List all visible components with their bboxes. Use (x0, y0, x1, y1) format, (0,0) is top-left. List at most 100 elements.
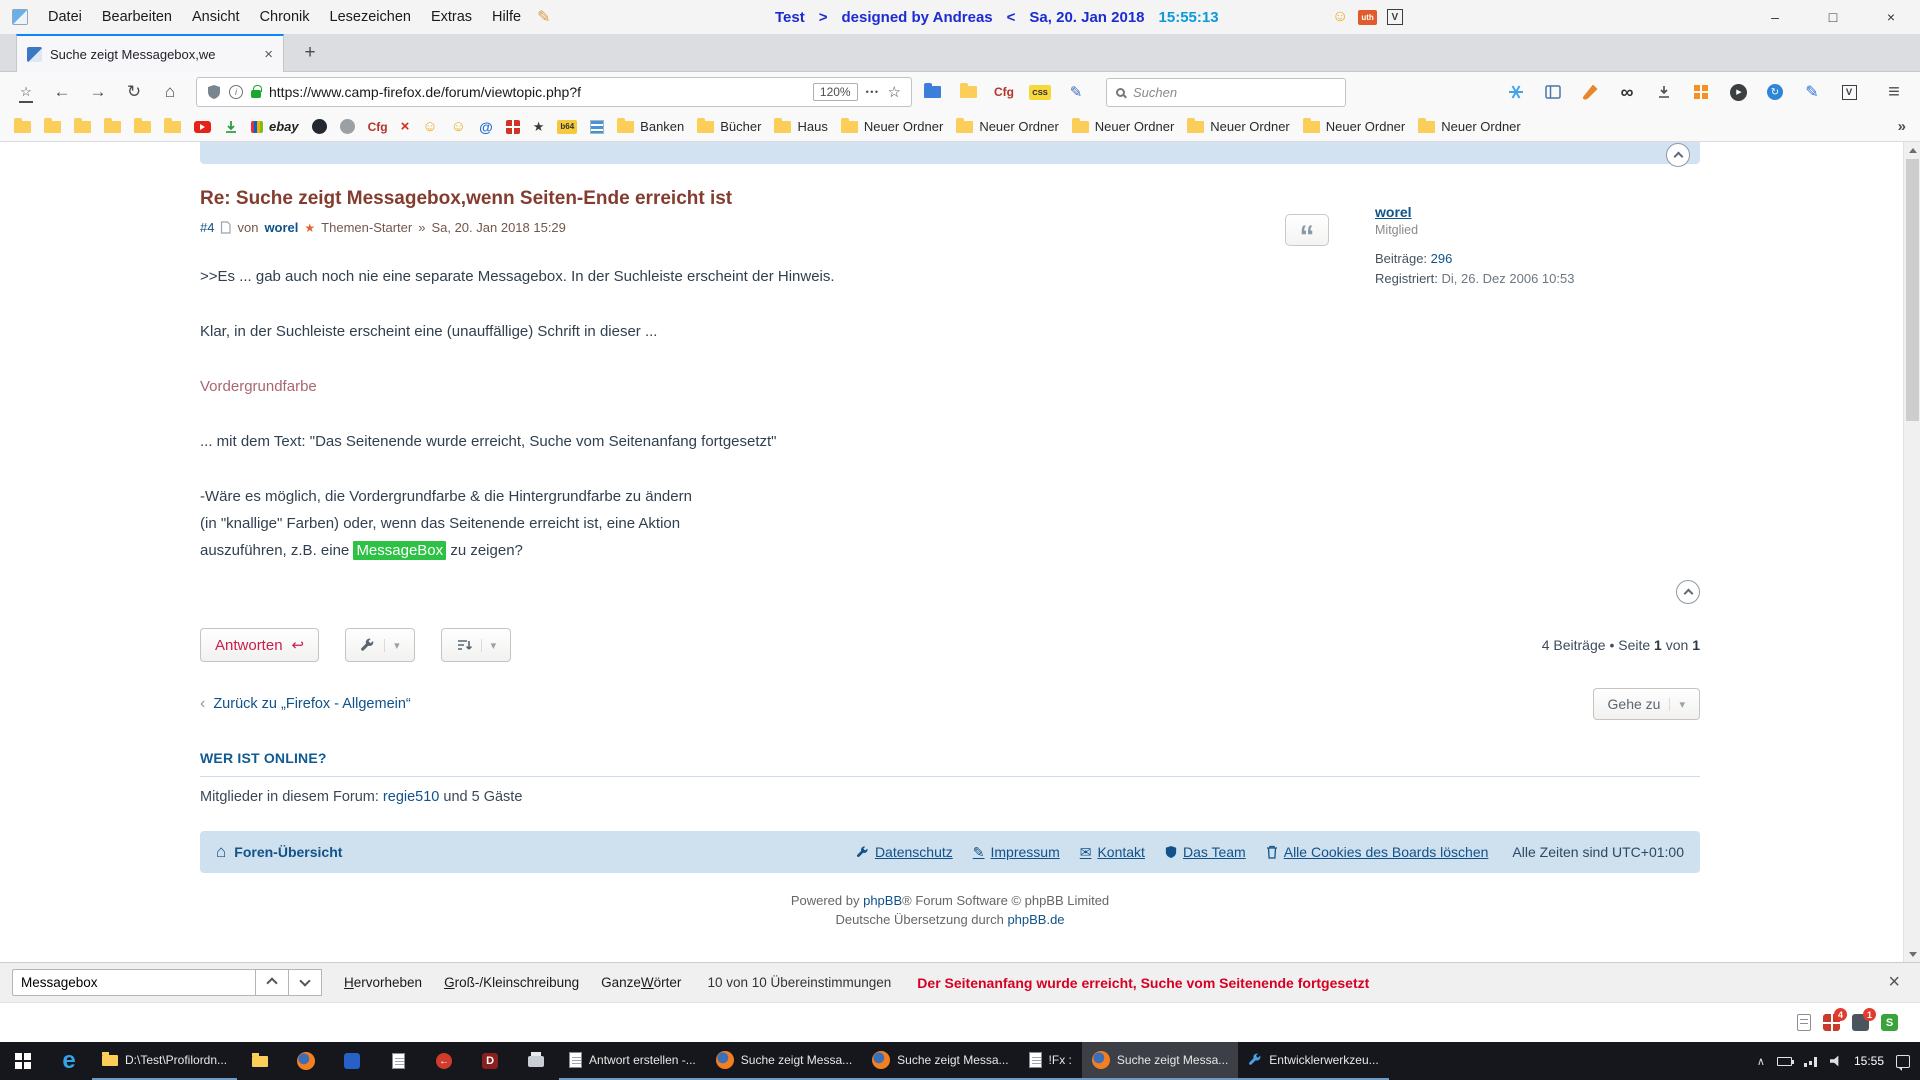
battery-icon[interactable] (1777, 1057, 1792, 1066)
online-member-link[interactable]: regie510 (383, 789, 439, 805)
menu-hilfe[interactable]: Hilfe (482, 9, 531, 25)
network-icon[interactable] (1804, 1056, 1818, 1067)
url-bar[interactable]: i https://www.camp-firefox.de/forum/view… (196, 77, 912, 107)
taskbar-suche-window-1[interactable]: Suche zeigt Messa... (706, 1042, 862, 1080)
addon-grid-button[interactable]: 4 (1823, 1014, 1840, 1031)
bookmark-circle[interactable] (340, 119, 355, 134)
whole-words-button[interactable]: Ganze Wörter (601, 975, 681, 990)
shield-icon[interactable] (207, 84, 221, 100)
bookmark-folder[interactable] (104, 121, 121, 133)
find-previous-button[interactable] (256, 969, 289, 996)
action-center-icon[interactable] (1896, 1055, 1910, 1068)
scroll-top-button[interactable] (1666, 143, 1690, 167)
phpbb-de-link[interactable]: phpBB.de (1007, 912, 1064, 927)
menu-icon[interactable]: ≡ (1878, 77, 1910, 107)
edge-icon[interactable]: e (46, 1042, 92, 1080)
find-next-button[interactable] (289, 969, 322, 996)
taskbar-fx-window[interactable]: !Fx : (1019, 1042, 1082, 1080)
bookmark-download[interactable] (224, 120, 238, 134)
menu-chronik[interactable]: Chronik (250, 9, 320, 25)
addon-dark-button[interactable]: 1 (1852, 1014, 1869, 1031)
bookmark-folder-banken[interactable]: Banken (617, 119, 684, 134)
search-bar[interactable] (1106, 78, 1346, 107)
reload-button[interactable]: ↻ (118, 77, 150, 107)
findbar-close-icon[interactable]: × (1888, 971, 1900, 994)
bookmark-striped[interactable] (590, 120, 604, 134)
open-folder-icon[interactable] (952, 77, 984, 107)
post-title[interactable]: Re: Suche zeigt Messagebox,wenn Seiten-E… (200, 188, 1330, 210)
bookmark-folder-neuer-ordner[interactable]: Neuer Ordner (1187, 119, 1289, 134)
bookmark-smiley-2[interactable]: ☺ (451, 118, 466, 135)
bookmarks-overflow-icon[interactable]: » (1898, 118, 1906, 135)
post-number-link[interactable]: #4 (200, 220, 214, 235)
bookmark-ebay[interactable]: ebay (251, 119, 299, 134)
clock[interactable]: 15:55 (1854, 1054, 1884, 1068)
menu-extras[interactable]: Extras (421, 9, 482, 25)
bookmark-folder[interactable] (14, 121, 31, 133)
taskbar-explorer-window[interactable]: D:\Test\Profilordn... (92, 1042, 237, 1080)
scrollbar-up-arrow[interactable] (1904, 142, 1920, 158)
forward-button[interactable]: → (82, 77, 114, 107)
search-input[interactable] (1133, 85, 1336, 100)
posts-count-link[interactable]: 296 (1431, 251, 1453, 266)
css-addon-icon[interactable]: CSS (1024, 77, 1056, 107)
taskbar-suche-window-active[interactable]: Suche zeigt Messa... (1082, 1042, 1238, 1080)
bookmark-cfg[interactable]: Cfg (368, 120, 388, 134)
brush-icon[interactable] (1574, 77, 1606, 107)
page-actions-icon[interactable]: ••• (866, 87, 880, 97)
quote-button[interactable]: “ (1285, 214, 1329, 246)
taskbar-downloader-icon[interactable]: ← (421, 1042, 467, 1080)
sidebar-icon[interactable] (1537, 77, 1569, 107)
bookmark-smiley-1[interactable]: ☺ (422, 118, 437, 135)
pencil-icon[interactable]: ✎ (1796, 77, 1828, 107)
zoom-level-indicator[interactable]: 120% (813, 83, 858, 101)
bookmark-at[interactable]: @ (479, 119, 493, 135)
sort-button[interactable]: ▾ (441, 628, 512, 662)
uth-badge-icon[interactable]: uth (1358, 10, 1376, 25)
new-tab-button[interactable]: + (296, 39, 324, 67)
post-author-link[interactable]: worel (264, 220, 298, 235)
taskbar-printer-icon[interactable] (513, 1042, 559, 1080)
close-window-button[interactable]: × (1862, 0, 1920, 34)
taskbar-d-app-icon[interactable]: D (467, 1042, 513, 1080)
infinity-icon[interactable]: ∞ (1611, 77, 1643, 107)
phpbb-link[interactable]: phpBB (863, 893, 902, 908)
tab-close-icon[interactable]: × (264, 46, 273, 63)
kontakt-link[interactable]: ✉ Kontakt (1080, 844, 1145, 861)
smiley-icon[interactable]: ☺ (1332, 8, 1348, 26)
menu-lesezeichen[interactable]: Lesezeichen (320, 9, 421, 25)
bookmark-b64[interactable]: b64 (557, 120, 577, 134)
home-button[interactable]: ⌂ (154, 77, 186, 107)
notes-icon[interactable] (1797, 1014, 1811, 1031)
find-input[interactable] (12, 969, 256, 996)
scrollbar-thumb[interactable] (1906, 159, 1919, 421)
taskbar-suche-window-2[interactable]: Suche zeigt Messa... (862, 1042, 1018, 1080)
back-button[interactable]: ← (46, 77, 78, 107)
tab-active[interactable]: Suche zeigt Messagebox,we × (16, 34, 284, 72)
info-icon[interactable]: i (229, 85, 243, 99)
bookmark-youtube[interactable] (194, 121, 211, 133)
taskbar-folder-icon[interactable] (237, 1042, 283, 1080)
taskbar-devtools-window[interactable]: Entwicklerwerkzeu... (1238, 1042, 1388, 1080)
menu-bearbeiten[interactable]: Bearbeiten (92, 9, 182, 25)
bookmark-folder-buecher[interactable]: Bücher (697, 119, 761, 134)
bookmark-x[interactable]: × (401, 118, 410, 135)
bookmark-page-icon[interactable]: ☆ (888, 83, 901, 101)
minimize-button[interactable]: – (1746, 0, 1804, 34)
datenschutz-link[interactable]: Datenschutz (856, 844, 953, 860)
bookmarks-manager-button[interactable]: ☆ (10, 77, 42, 107)
maximize-button[interactable]: □ (1804, 0, 1862, 34)
profile-username-link[interactable]: worel (1375, 204, 1412, 220)
bookmark-folder-neuer-ordner[interactable]: Neuer Ordner (841, 119, 943, 134)
taskbar-notepad-icon[interactable] (375, 1042, 421, 1080)
impressum-link[interactable]: ✎ Impressum (973, 844, 1060, 861)
snowflake-icon[interactable] (1500, 77, 1532, 107)
orange-grid-icon[interactable] (1685, 77, 1717, 107)
post-top-button[interactable] (1676, 580, 1700, 604)
compose-icon[interactable]: ✎ (1060, 77, 1092, 107)
bookmark-folder[interactable] (74, 121, 91, 133)
bookmark-folder[interactable] (164, 121, 181, 133)
bookmark-folder[interactable] (134, 121, 151, 133)
bookmark-folder-haus[interactable]: Haus (774, 119, 827, 134)
url-text[interactable]: https://www.camp-firefox.de/forum/viewto… (269, 84, 805, 100)
